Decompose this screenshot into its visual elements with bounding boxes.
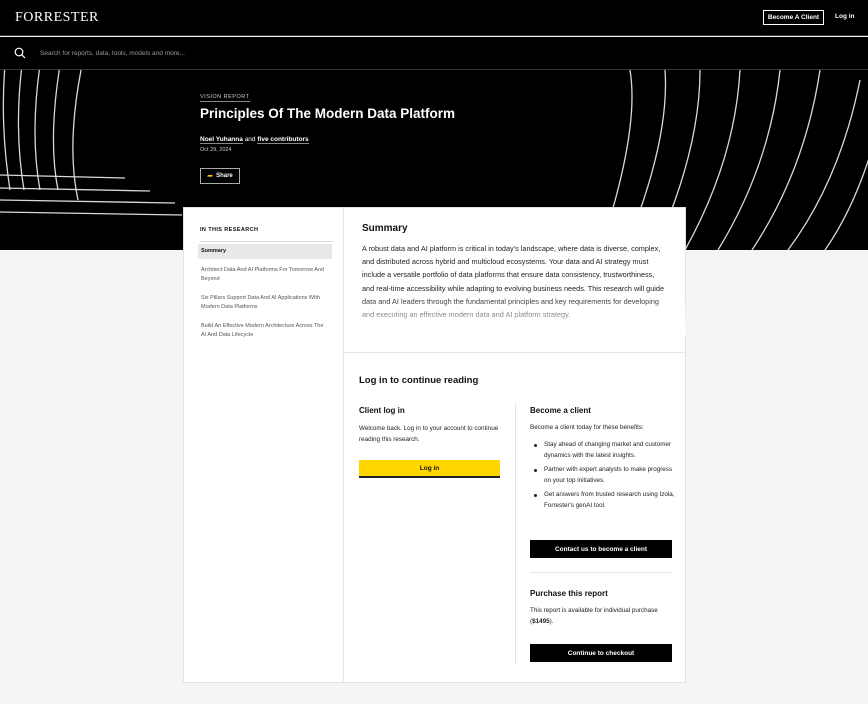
toc-item-architect[interactable]: Architect Data And AI Platforms For Tomo… bbox=[198, 266, 332, 284]
search-bar bbox=[0, 37, 868, 70]
share-icon: ➦ bbox=[207, 173, 214, 180]
table-of-contents: IN THIS RESEARCH Summary Architect Data … bbox=[184, 208, 344, 682]
become-client-title: Become a client bbox=[530, 406, 591, 415]
forrester-logo[interactable]: FORRESTER bbox=[15, 10, 99, 26]
login-button[interactable]: Log in bbox=[359, 460, 500, 478]
toc-heading: IN THIS RESEARCH bbox=[200, 227, 333, 242]
column-divider bbox=[515, 404, 516, 664]
benefits-list: Stay ahead of changing market and custom… bbox=[530, 440, 680, 515]
client-login-text: Welcome back. Log in to your account to … bbox=[359, 425, 499, 443]
report-type-label: VISION REPORT bbox=[200, 94, 250, 102]
become-a-client-button[interactable]: Become A Client bbox=[763, 10, 824, 25]
become-client-intro: Become a client today for these benefits… bbox=[530, 424, 644, 431]
text-fade-overlay bbox=[344, 296, 686, 336]
toc-item-six-pillars[interactable]: Six Pillars Support Data And AI Applicat… bbox=[198, 294, 332, 312]
summary-heading: Summary bbox=[362, 223, 408, 234]
purchase-text-post: ). bbox=[549, 617, 554, 625]
login-link[interactable]: Log in bbox=[835, 13, 855, 20]
search-input[interactable] bbox=[40, 45, 440, 61]
page-title: Principles Of The Modern Data Platform bbox=[200, 106, 456, 121]
toc-item-summary[interactable]: Summary bbox=[198, 244, 332, 259]
checkout-button[interactable]: Continue to checkout bbox=[530, 644, 672, 662]
contributors-link[interactable]: five contributors bbox=[257, 136, 309, 144]
contact-us-button[interactable]: Contact us to become a client bbox=[530, 540, 672, 558]
author-link[interactable]: Noel Yuhanna bbox=[200, 136, 243, 144]
client-login-title: Client log in bbox=[359, 406, 405, 415]
authors-line: Noel Yuhanna and five contributors bbox=[200, 136, 309, 144]
list-item: Partner with expert analysts to make pro… bbox=[530, 465, 680, 486]
search-icon[interactable] bbox=[14, 47, 26, 59]
divider bbox=[530, 572, 672, 573]
toc-item-build-architecture[interactable]: Build An Effective Modern Architecture A… bbox=[198, 322, 332, 340]
list-item: Get answers from trusted research using … bbox=[530, 490, 680, 511]
purchase-text: This report is available for individual … bbox=[530, 606, 672, 627]
purchase-title: Purchase this report bbox=[530, 589, 608, 598]
list-item: Stay ahead of changing market and custom… bbox=[530, 440, 680, 461]
login-section-title: Log in to continue reading bbox=[359, 375, 479, 386]
authors-and: and bbox=[244, 136, 256, 143]
divider bbox=[344, 352, 686, 353]
report-card: IN THIS RESEARCH Summary Architect Data … bbox=[183, 207, 686, 683]
share-button[interactable]: ➦ Share bbox=[200, 168, 240, 184]
publish-date: Oct 29, 2024 bbox=[200, 147, 232, 153]
top-navigation-bar: FORRESTER Become A Client Log in bbox=[0, 0, 868, 36]
price: $1495 bbox=[532, 617, 550, 625]
share-label: Share bbox=[216, 173, 233, 179]
